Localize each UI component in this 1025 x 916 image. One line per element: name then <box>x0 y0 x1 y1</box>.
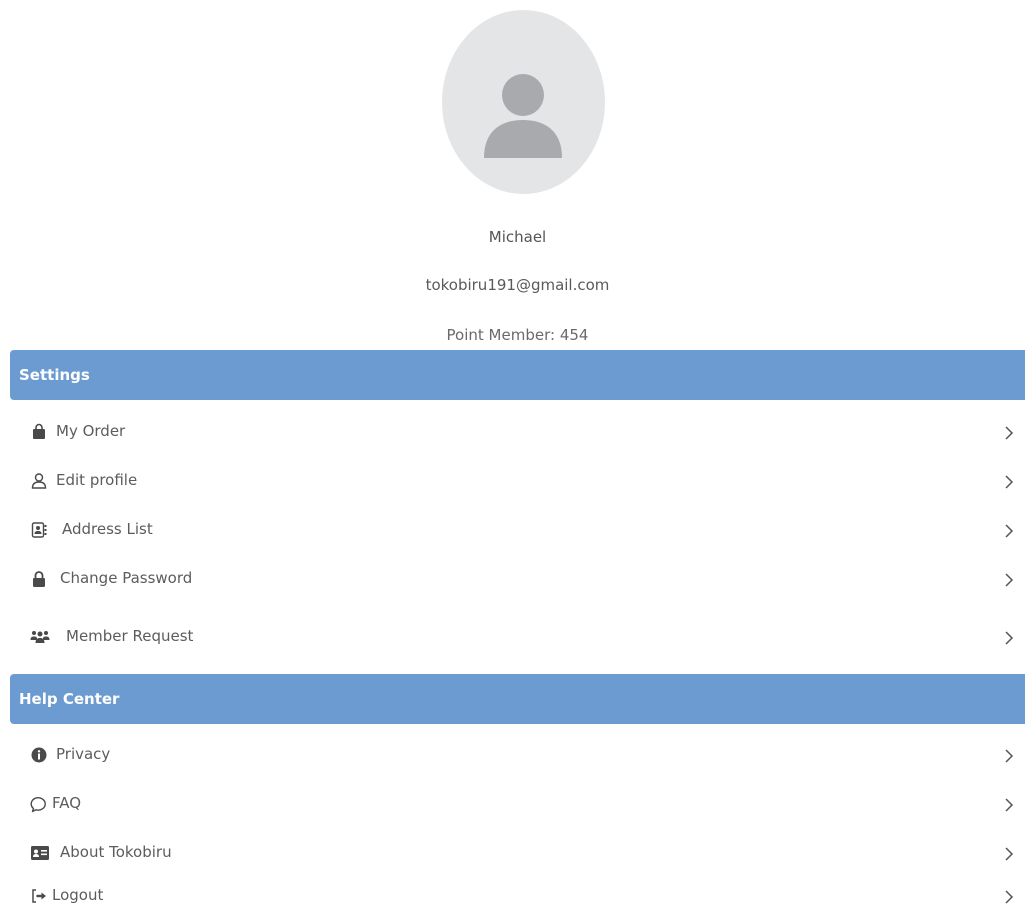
user-silhouette-icon <box>484 74 562 158</box>
shopping-bag-icon <box>33 423 45 439</box>
menu-item-label: Edit profile <box>56 471 138 489</box>
menu-item-faq[interactable]: FAQ <box>0 784 1025 824</box>
profile-email: tokobiru191@gmail.com <box>425 276 610 294</box>
avatar[interactable] <box>442 10 605 194</box>
menu-item-label: Address List <box>62 520 153 538</box>
info-icon <box>31 747 47 763</box>
settings-section-header: Settings <box>10 350 1025 400</box>
profile-points: Point Member: 454 <box>446 326 589 344</box>
chevron-right-icon <box>1005 847 1014 861</box>
logout-icon <box>32 889 46 903</box>
menu-item-about[interactable]: About Tokobiru <box>0 833 1025 873</box>
chevron-right-icon <box>1005 475 1014 489</box>
chevron-right-icon <box>1005 524 1014 538</box>
chevron-right-icon <box>1005 749 1014 763</box>
menu-item-my-order[interactable]: My Order <box>0 412 1025 452</box>
menu-item-label: My Order <box>56 422 126 440</box>
users-icon <box>30 631 50 643</box>
menu-item-edit-profile[interactable]: Edit profile <box>0 461 1025 501</box>
chevron-right-icon <box>1005 631 1014 645</box>
menu-item-privacy[interactable]: Privacy <box>0 735 1025 775</box>
user-icon <box>31 473 47 489</box>
menu-item-label: Logout <box>52 886 104 904</box>
menu-item-label: Change Password <box>60 569 193 587</box>
menu-item-logout[interactable]: Logout <box>0 876 1025 916</box>
chevron-right-icon <box>1005 573 1014 587</box>
profile-name: Michael <box>488 228 547 246</box>
menu-item-label: FAQ <box>52 794 82 812</box>
help-center-section-header: Help Center <box>10 674 1025 724</box>
chevron-right-icon <box>1005 426 1014 440</box>
menu-item-label: Member Request <box>66 627 194 645</box>
address-book-icon <box>31 522 47 538</box>
menu-item-label: About Tokobiru <box>60 843 172 861</box>
chat-bubble-icon <box>30 797 46 813</box>
id-card-icon <box>31 846 49 860</box>
chevron-right-icon <box>1005 890 1014 904</box>
menu-item-change-password[interactable]: Change Password <box>0 559 1025 599</box>
menu-item-address-list[interactable]: Address List <box>0 510 1025 550</box>
lock-icon <box>33 571 45 587</box>
chevron-right-icon <box>1005 798 1014 812</box>
menu-item-label: Privacy <box>56 745 111 763</box>
profile-page: Michael tokobiru191@gmail.com Point Memb… <box>0 0 1025 916</box>
menu-item-member-request[interactable]: Member Request <box>0 617 1025 657</box>
